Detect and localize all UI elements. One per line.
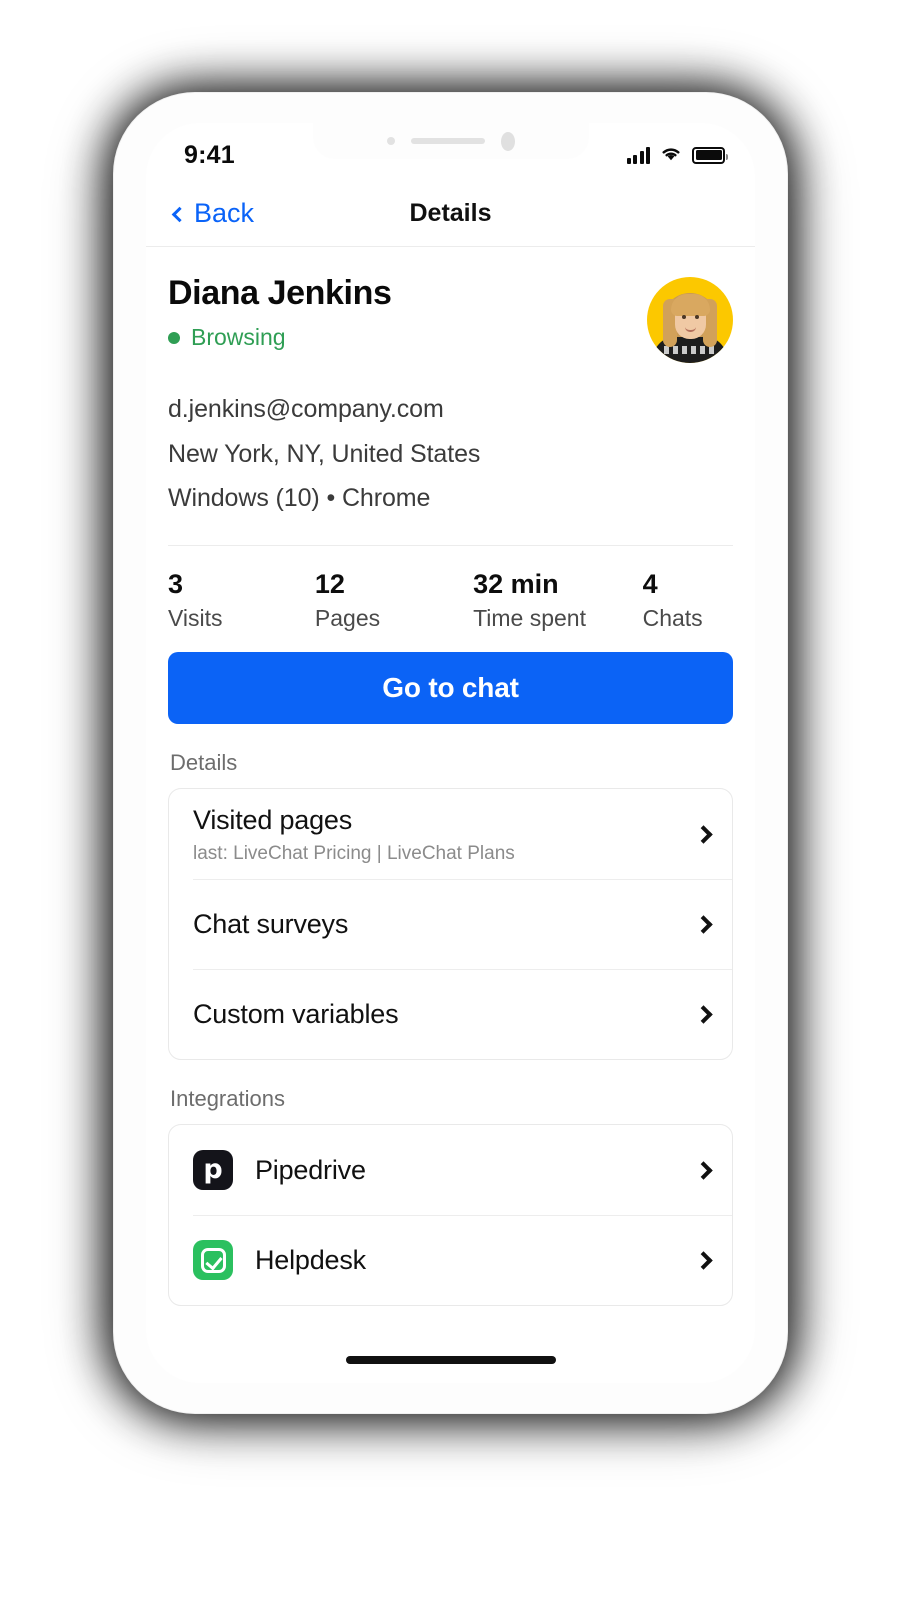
front-camera-icon — [500, 131, 515, 151]
back-button-label: Back — [194, 198, 255, 228]
stat-label: Visits — [168, 605, 223, 632]
helpdesk-logo-icon — [193, 1240, 233, 1281]
avatar — [647, 277, 733, 363]
integrations-section-title: Integrations — [170, 1086, 285, 1112]
pipedrive-logo-icon: p — [193, 1150, 233, 1191]
list-item-title: Visited pages — [193, 804, 353, 835]
stat-value: 32 min — [473, 568, 559, 599]
navigation-bar: Back Details — [146, 181, 755, 247]
stat-pages: 12 Pages — [315, 568, 473, 633]
chevron-right-icon — [694, 1005, 713, 1024]
details-card: Visited pages last: LiveChat Pricing | L… — [168, 788, 733, 1061]
pipedrive-logo-glyph: p — [203, 1153, 223, 1185]
status-badge-label: Browsing — [191, 324, 286, 351]
integrations-card: p Pipedrive Helpdesk — [168, 1124, 733, 1307]
profile-meta: d.jenkins@company.com New York, NY, Unit… — [168, 387, 733, 521]
phone-device-frame: 9:41 Back Details Diana Jenkins Browsing… — [113, 92, 788, 1414]
row-helpdesk[interactable]: Helpdesk — [169, 1215, 732, 1305]
chevron-right-icon — [694, 1161, 713, 1180]
row-visited-pages[interactable]: Visited pages last: LiveChat Pricing | L… — [169, 789, 732, 879]
stat-value: 12 — [314, 568, 345, 599]
row-pipedrive[interactable]: p Pipedrive — [169, 1125, 732, 1215]
list-item-title: Helpdesk — [255, 1245, 366, 1276]
go-to-chat-button[interactable]: Go to chat — [168, 652, 733, 725]
details-section-title: Details — [170, 750, 238, 776]
earpiece-speaker-icon — [410, 138, 485, 144]
status-bar-time: 9:41 — [184, 140, 235, 169]
row-custom-variables[interactable]: Custom variables — [169, 969, 732, 1059]
stat-value: 4 — [642, 568, 658, 599]
stat-chats: 4 Chats — [643, 568, 733, 633]
profile-identity: Diana Jenkins Browsing — [168, 274, 392, 351]
profile-system: Windows (10) • Chrome — [168, 484, 431, 512]
battery-icon — [692, 146, 728, 164]
stats-row: 3 Visits 12 Pages 32 min Time spent 4 Ch… — [168, 546, 733, 653]
list-item-title: Custom variables — [193, 999, 399, 1030]
cellular-signal-icon — [626, 146, 650, 164]
status-dot-icon — [168, 331, 180, 344]
stat-value: 3 — [168, 568, 184, 599]
list-item-title: Pipedrive — [255, 1155, 366, 1186]
details-content: Diana Jenkins Browsing d.jenkins@company… — [146, 247, 755, 1383]
profile-location: New York, NY, United States — [168, 439, 481, 468]
stat-label: Pages — [314, 605, 381, 632]
home-indicator-bar[interactable] — [345, 1356, 556, 1364]
stat-label: Time spent — [473, 605, 586, 632]
phone-screen: 9:41 Back Details Diana Jenkins Browsing… — [146, 123, 755, 1383]
sensor-dot-icon — [386, 137, 395, 145]
home-indicator-area — [146, 1337, 755, 1383]
stat-visits: 3 Visits — [168, 568, 315, 633]
screenshot-stage: 9:41 Back Details Diana Jenkins Browsing… — [0, 0, 901, 1600]
wifi-icon — [659, 144, 683, 167]
list-item-title: Chat surveys — [193, 909, 349, 940]
row-chat-surveys[interactable]: Chat surveys — [169, 879, 732, 969]
check-square-icon — [200, 1247, 226, 1273]
chevron-right-icon — [694, 825, 713, 844]
profile-email: d.jenkins@company.com — [168, 395, 444, 423]
list-item-subtitle: last: LiveChat Pricing | LiveChat Plans — [193, 842, 515, 864]
stat-time-spent: 32 min Time spent — [473, 568, 643, 633]
profile-name: Diana Jenkins — [168, 274, 392, 312]
status-bar-icons — [626, 144, 728, 167]
stat-label: Chats — [642, 605, 703, 632]
chevron-right-icon — [694, 915, 713, 934]
profile-header: Diana Jenkins Browsing — [168, 247, 733, 363]
device-notch — [312, 123, 589, 159]
status-badge: Browsing — [168, 324, 391, 351]
back-button[interactable]: Back — [171, 198, 255, 229]
chevron-left-icon — [171, 206, 188, 222]
chevron-right-icon — [694, 1251, 713, 1270]
